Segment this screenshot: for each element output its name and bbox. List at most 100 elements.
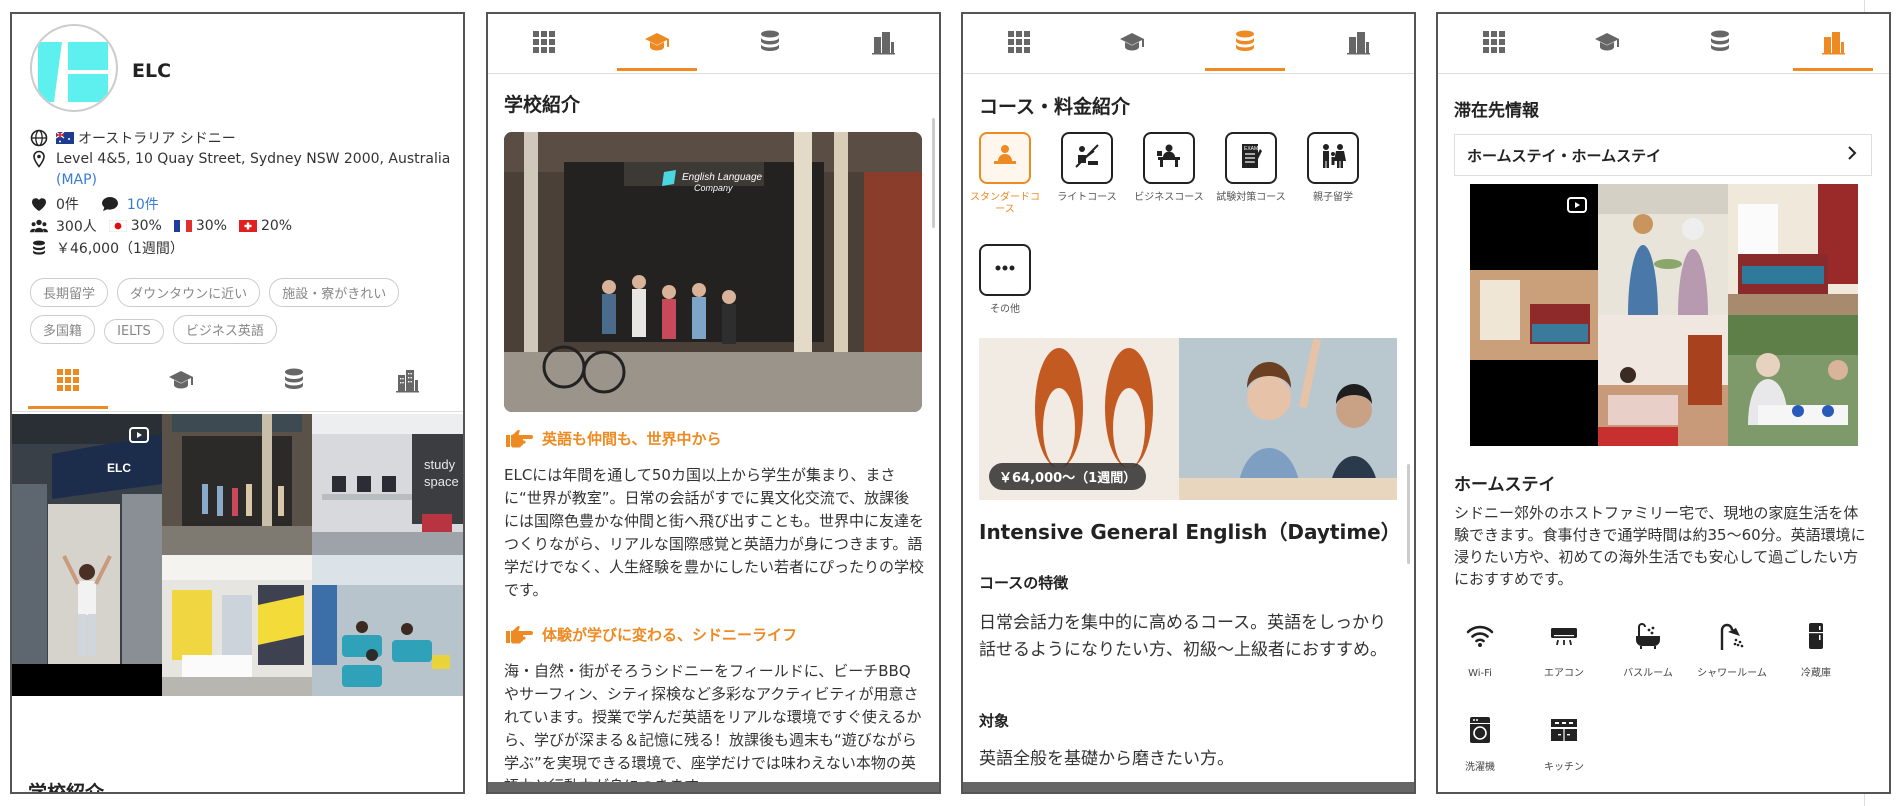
homestay-gallery <box>1470 184 1858 446</box>
amenity-label: Wi-Fi <box>1468 668 1492 679</box>
amenity-washing-machine: 洗濯機 <box>1444 714 1516 774</box>
tab-school[interactable] <box>1076 14 1189 73</box>
category-standard[interactable]: スタンダードコース <box>969 132 1041 216</box>
database-coins-icon <box>1232 29 1258 59</box>
tag-chip[interactable]: 多国籍 <box>30 315 96 344</box>
school-hero-photo[interactable]: English Language Company <box>504 132 922 412</box>
amenity-label: バスルーム <box>1623 668 1673 679</box>
heart-icon[interactable] <box>30 195 48 213</box>
tab-accommodation[interactable] <box>826 14 939 73</box>
tab-overview[interactable] <box>963 14 1076 73</box>
switzerland-flag-icon <box>238 220 257 232</box>
price-text: ￥46,000（1週間） <box>56 241 184 257</box>
feature-head: コースの特徴 <box>979 574 1069 592</box>
comment-icon[interactable] <box>101 195 119 213</box>
accommodation-panel: 滞在先情報 ホームステイ・ホームステイ ホームステイ シドニー郊外のホストファミ… <box>1436 12 1891 794</box>
grid-icon <box>1006 29 1032 59</box>
france-flag-icon <box>173 220 192 232</box>
courses-title: コース・料金紹介 <box>979 96 1131 118</box>
homestay-photo-bedroom[interactable] <box>1728 184 1858 315</box>
tab-school[interactable] <box>601 14 714 73</box>
kitchen-icon <box>1548 719 1580 750</box>
category-light[interactable]: ライトコース <box>1051 132 1123 204</box>
course-photo[interactable]: ￥64,000～（1週間） <box>979 338 1397 500</box>
tab-accommodation[interactable] <box>1301 14 1414 73</box>
price-row: ￥46,000（1週間） <box>30 238 184 258</box>
category-label: その他 <box>990 304 1020 315</box>
graduation-cap-icon <box>644 29 670 59</box>
scrollbar[interactable] <box>932 118 935 228</box>
feature-heading-1: 英語も仲間も、世界中から <box>504 428 722 449</box>
feature-text: 日常会話力を集中的に高めるコース。英語をしっかり話せるようになりたい方、初級〜上… <box>979 613 1387 660</box>
svg-text:EXAM: EXAM <box>1244 146 1258 152</box>
tab-accommodation[interactable] <box>1776 14 1889 73</box>
homestay-photo-kitchen[interactable] <box>1598 184 1728 315</box>
homestay-photo-video[interactable] <box>1470 184 1598 446</box>
tab-courses[interactable] <box>714 14 827 73</box>
photo-gallery: ELC study space <box>12 414 463 696</box>
building-icon <box>870 29 896 59</box>
gallery-photo-reception[interactable] <box>162 555 312 696</box>
homestay-heading: ホームステイ <box>1454 475 1556 495</box>
pointing-hand-icon <box>504 625 534 645</box>
bottom-bar <box>488 782 939 792</box>
amenity-label: シャワールーム <box>1697 668 1767 679</box>
australia-flag-icon <box>55 131 74 144</box>
svg-text:ELC: ELC <box>107 461 131 475</box>
tab-school[interactable] <box>125 352 238 411</box>
tab-courses[interactable] <box>1664 14 1777 73</box>
category-exam[interactable]: EXAM 試験対策コース <box>1215 132 1287 204</box>
comments-count[interactable]: 10件 <box>127 194 159 214</box>
gallery-photo-entrance[interactable]: ELC <box>12 414 162 696</box>
student-stats-row: 300人 30% 30% 20% <box>30 216 292 236</box>
tag-chip[interactable]: ビジネス英語 <box>172 315 277 344</box>
tab-school[interactable] <box>1551 14 1664 73</box>
gallery-photo-study-space[interactable]: study space <box>312 414 463 555</box>
gallery-photo-storefront[interactable] <box>162 414 312 555</box>
school-intro-title: 学校紹介 <box>504 94 581 116</box>
scrollbar[interactable] <box>1407 464 1410 564</box>
category-other[interactable]: その他 <box>969 244 1041 316</box>
map-link[interactable]: (MAP) <box>56 172 97 188</box>
profile-panel: ELC オーストラリア シドニー Level 4&5, 10 Quay Stre… <box>10 12 465 794</box>
tag-chip[interactable]: IELTS <box>104 319 164 344</box>
tag-chip[interactable]: 長期留学 <box>30 278 109 307</box>
engagement-row: 0件 10件 <box>30 194 159 214</box>
database-coins-icon <box>757 29 783 59</box>
amenity-label: キッチン <box>1544 762 1584 773</box>
homestay-photo-kids-room[interactable] <box>1598 315 1728 446</box>
feature-paragraph-1: ELCには年間を通して50カ国以上から学生が集まり、まさに“世界が教室”。日常の… <box>504 466 925 599</box>
people-icon <box>30 217 48 235</box>
category-family[interactable]: 親子留学 <box>1297 132 1369 204</box>
address-text: Level 4&5, 10 Quay Street, Sydney NSW 20… <box>56 151 451 167</box>
graduation-cap-icon <box>1594 29 1620 59</box>
france-percent: 30% <box>195 218 227 234</box>
tag-chip[interactable]: 施設・寮がきれい <box>269 278 400 307</box>
accommodation-select[interactable]: ホームステイ・ホームステイ <box>1454 134 1872 176</box>
chevron-right-icon <box>1845 146 1859 164</box>
homestay-photo-dinner[interactable] <box>1728 315 1858 446</box>
bottom-bar <box>963 782 1414 792</box>
student-count: 300人 <box>56 219 97 235</box>
family-icon <box>1318 141 1348 175</box>
gallery-photo-lounge[interactable] <box>312 555 463 696</box>
tab-overview[interactable] <box>12 352 125 411</box>
amenity-refrigerator: 冷蔵庫 <box>1780 620 1852 680</box>
shower-icon <box>1716 623 1748 656</box>
tab-accommodation[interactable] <box>350 352 463 411</box>
category-label: 親子留学 <box>1313 192 1353 203</box>
database-coins-icon <box>281 367 307 397</box>
tab-courses[interactable] <box>1189 14 1302 73</box>
grid-icon <box>531 29 557 59</box>
courses-tab-bar <box>963 14 1414 74</box>
category-business[interactable]: ビジネスコース <box>1133 132 1205 204</box>
tab-overview[interactable] <box>1438 14 1551 73</box>
svg-text:English Language: English Language <box>682 172 763 183</box>
grid-icon <box>1481 29 1507 59</box>
tab-courses[interactable] <box>238 352 351 411</box>
bathtub-icon <box>1632 623 1664 656</box>
map-pin-icon <box>30 150 48 168</box>
tag-chip[interactable]: ダウンタウンに近い <box>117 278 261 307</box>
tab-overview[interactable] <box>488 14 601 73</box>
graduation-cap-icon <box>168 367 194 397</box>
